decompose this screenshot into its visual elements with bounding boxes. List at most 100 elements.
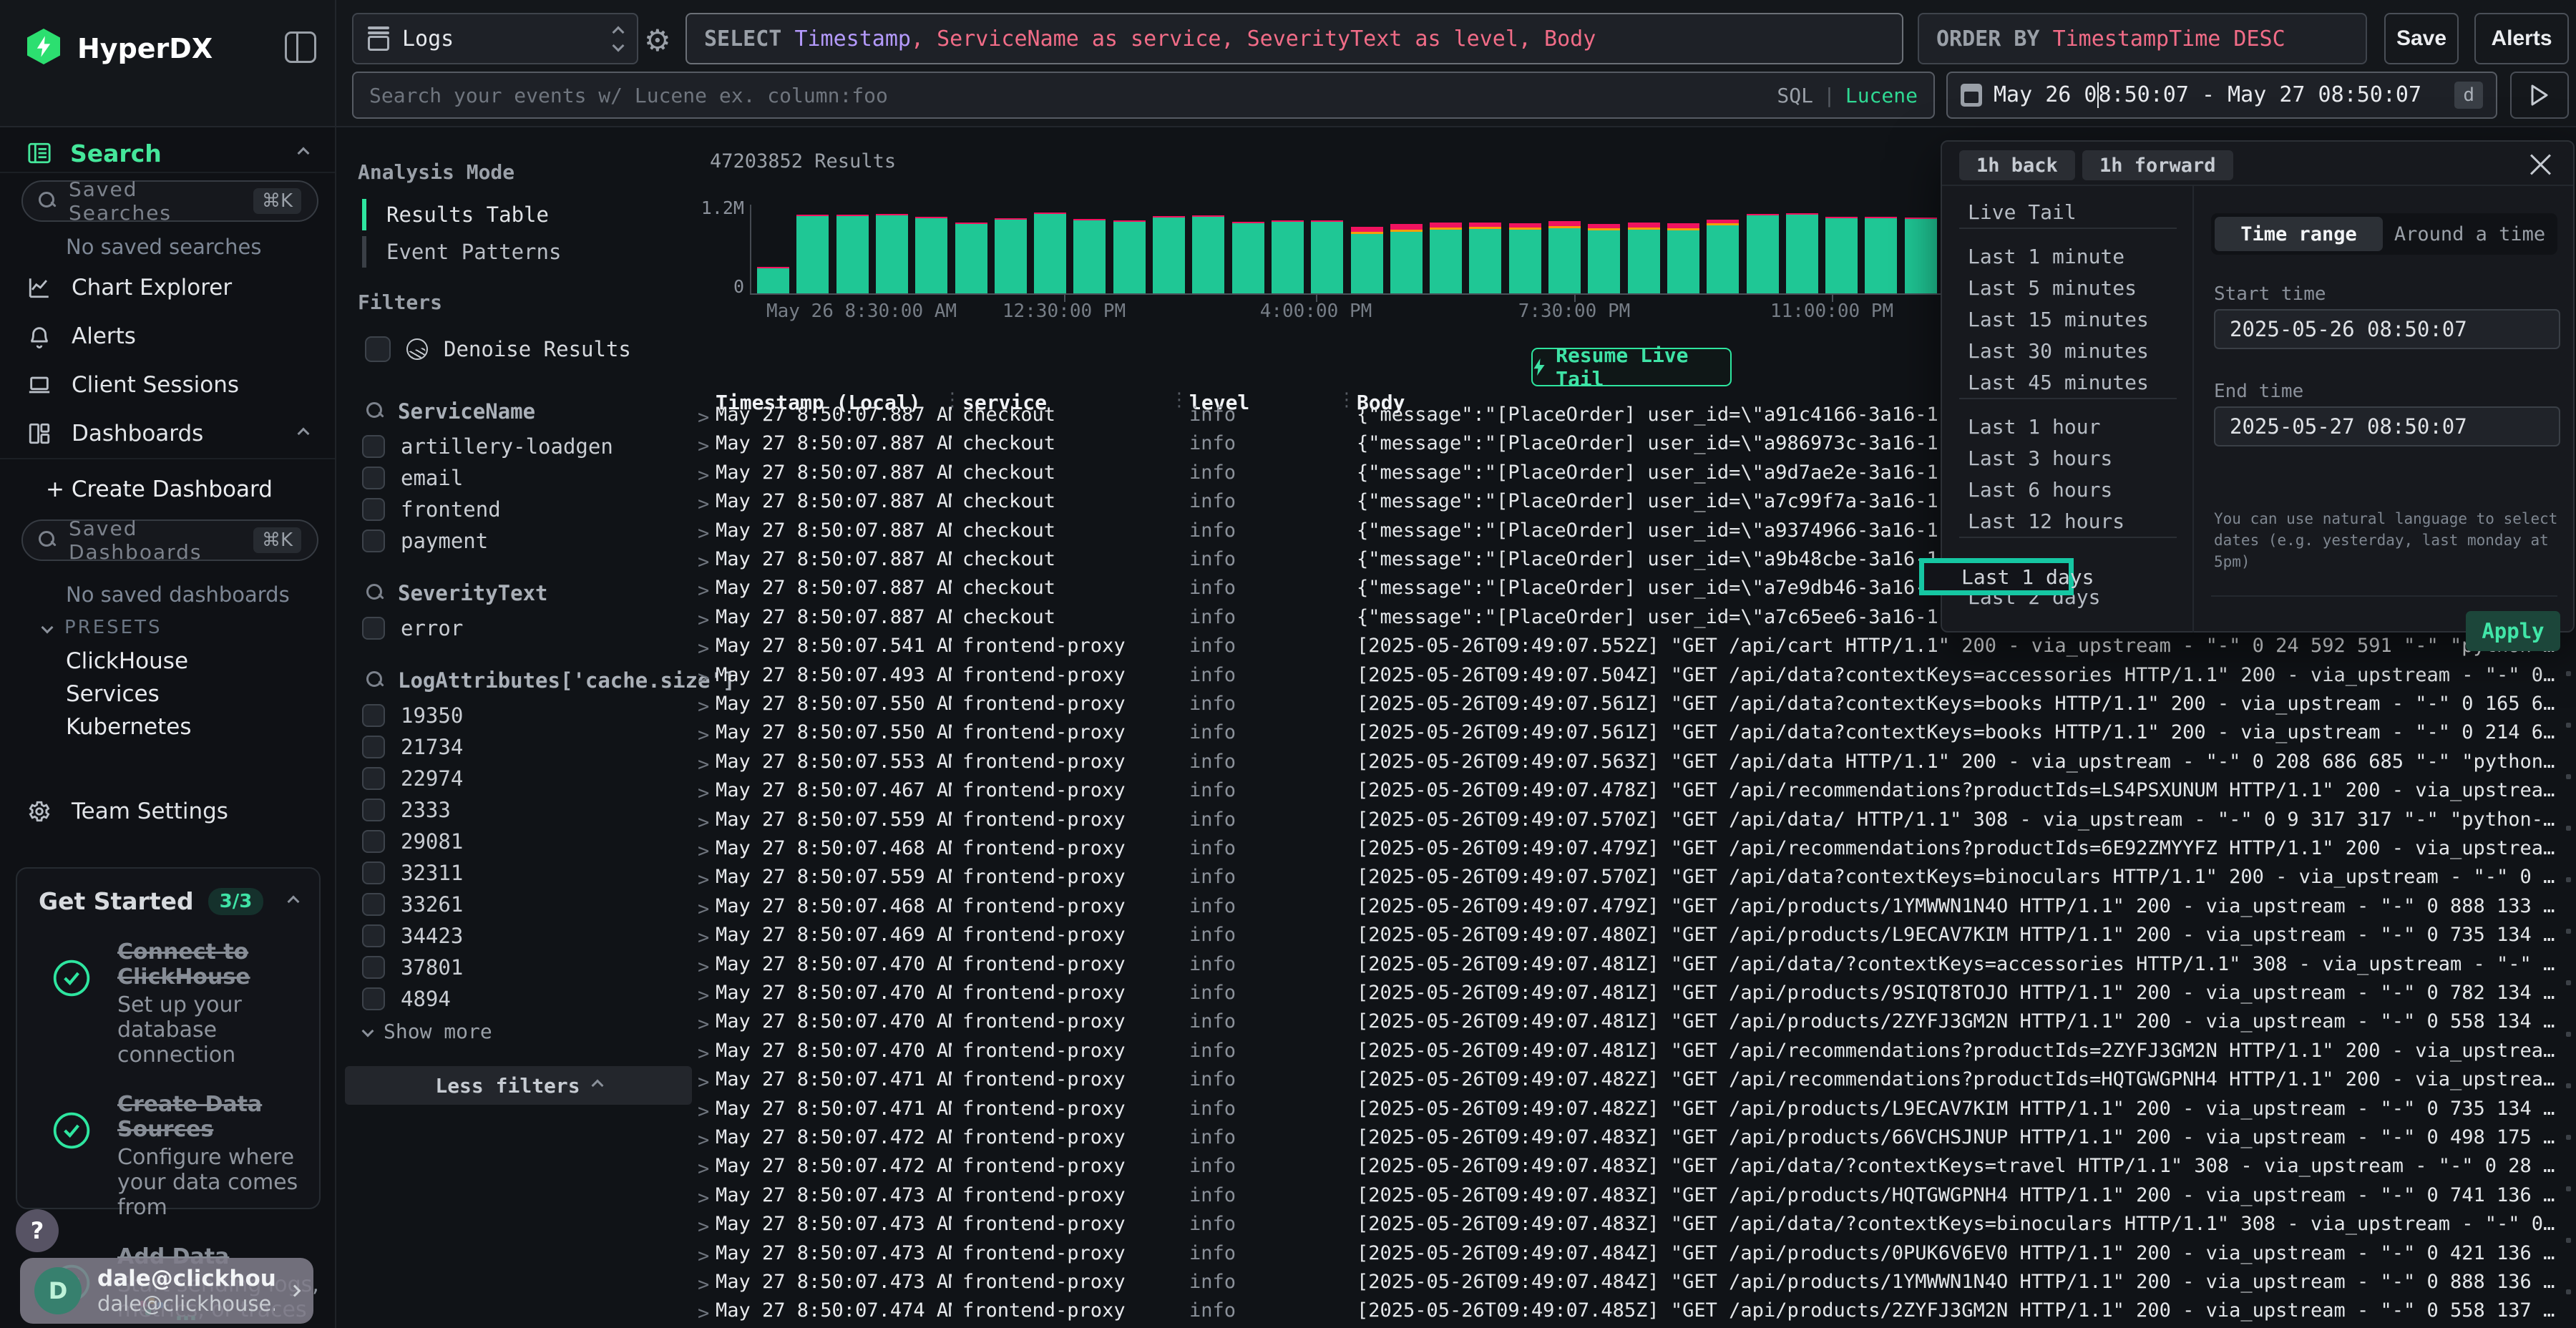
time-option-live-tail[interactable]: Live Tail xyxy=(1968,196,2077,228)
filter-checkbox[interactable] xyxy=(362,767,385,790)
table-row[interactable]: >May 27 8:50:07.472 AMfrontend-proxyinfo… xyxy=(692,1155,2576,1183)
close-icon[interactable] xyxy=(2529,152,2553,176)
sidebar-item-chart-explorer[interactable]: Chart Explorer xyxy=(0,268,335,308)
row-expand-chevron[interactable]: > xyxy=(698,1245,709,1267)
row-expand-chevron[interactable]: > xyxy=(698,1302,709,1324)
sidebar-item-alerts[interactable]: Alerts xyxy=(0,316,335,356)
row-expand-chevron[interactable]: > xyxy=(698,435,709,457)
run-query-button[interactable] xyxy=(2510,72,2569,119)
sidebar-item-client-sessions[interactable]: Client Sessions xyxy=(0,365,335,405)
filter-checkbox[interactable] xyxy=(362,956,385,979)
filter-checkbox[interactable] xyxy=(362,830,385,853)
order-by-input[interactable]: ORDER BY TimestampTime DESC xyxy=(1918,13,2367,64)
table-row[interactable]: >May 27 8:50:07.474 AMfrontend-proxyinfo… xyxy=(692,1299,2576,1328)
tab-around-a-time[interactable]: Around a time xyxy=(2386,217,2554,251)
time-option-last-1-hour[interactable]: Last 1 hour xyxy=(1968,411,2100,442)
sidebar-item-preset-services[interactable]: Services xyxy=(66,681,160,707)
end-time-input[interactable]: 2025-05-27 08:50:07 xyxy=(2214,406,2560,446)
language-toggle-lucene[interactable]: Lucene xyxy=(1845,84,1918,107)
event-search-input[interactable]: Search your events w/ Lucene ex. column:… xyxy=(352,72,1935,119)
table-row[interactable]: >May 27 8:50:07.470 AMfrontend-proxyinfo… xyxy=(692,982,2576,1010)
filter-option[interactable]: 2333 xyxy=(362,794,677,826)
row-expand-chevron[interactable]: > xyxy=(698,782,709,804)
apply-button[interactable]: Apply xyxy=(2466,611,2560,651)
filter-option[interactable]: 4894 xyxy=(362,983,677,1015)
table-row[interactable]: >May 27 8:50:07.559 AMfrontend-proxyinfo… xyxy=(692,866,2576,894)
table-row[interactable]: >May 27 8:50:07.471 AMfrontend-proxyinfo… xyxy=(692,1098,2576,1126)
row-expand-chevron[interactable]: > xyxy=(698,551,709,573)
row-expand-chevron[interactable]: > xyxy=(698,956,709,978)
table-row[interactable]: >May 27 8:50:07.559 AMfrontend-proxyinfo… xyxy=(692,809,2576,837)
sidebar-collapse-icon[interactable] xyxy=(285,31,316,63)
sidebar-item-dashboards[interactable]: Dashboards xyxy=(0,414,335,454)
sidebar-item-team-settings[interactable]: Team Settings xyxy=(0,791,335,831)
filter-option[interactable]: 37801 xyxy=(362,952,677,983)
table-row[interactable]: >May 27 8:50:07.470 AMfrontend-proxyinfo… xyxy=(692,953,2576,982)
table-row[interactable]: >May 27 8:50:07.473 AMfrontend-proxyinfo… xyxy=(692,1242,2576,1271)
row-expand-chevron[interactable]: > xyxy=(698,406,709,429)
language-toggle-sql[interactable]: SQL xyxy=(1777,84,1813,107)
row-expand-chevron[interactable]: > xyxy=(698,869,709,891)
row-expand-chevron[interactable]: > xyxy=(698,1013,709,1035)
row-expand-chevron[interactable]: > xyxy=(698,724,709,746)
row-expand-chevron[interactable]: > xyxy=(698,695,709,718)
table-row[interactable]: >May 27 8:50:07.550 AMfrontend-proxyinfo… xyxy=(692,721,2576,750)
filter-checkbox[interactable] xyxy=(362,924,385,947)
filter-option[interactable]: 32311 xyxy=(362,857,677,889)
saved-dashboards-input[interactable]: Saved Dashboards ⌘K xyxy=(21,519,318,561)
filter-option[interactable]: 29081 xyxy=(362,826,677,857)
filter-option[interactable]: 21734 xyxy=(362,731,677,763)
sidebar-item-preset-clickhouse[interactable]: ClickHouse xyxy=(66,648,188,674)
denoise-checkbox[interactable] xyxy=(365,336,391,362)
row-expand-chevron[interactable]: > xyxy=(698,1274,709,1296)
row-expand-chevron[interactable]: > xyxy=(698,464,709,487)
table-row[interactable]: >May 27 8:50:07.473 AMfrontend-proxyinfo… xyxy=(692,1213,2576,1241)
saved-searches-input[interactable]: Saved Searches ⌘K xyxy=(21,180,318,222)
row-expand-chevron[interactable]: > xyxy=(698,898,709,920)
denoise-results-option[interactable]: Denoise Results xyxy=(365,336,631,362)
show-more-button[interactable]: Show more xyxy=(364,1015,677,1048)
row-expand-chevron[interactable]: > xyxy=(698,753,709,776)
row-expand-chevron[interactable]: > xyxy=(698,811,709,834)
shift-forward-button[interactable]: 1h forward xyxy=(2082,150,2233,180)
row-expand-chevron[interactable]: > xyxy=(698,638,709,660)
filter-checkbox[interactable] xyxy=(362,893,385,916)
filter-option[interactable]: payment xyxy=(362,525,677,557)
row-expand-chevron[interactable]: > xyxy=(698,609,709,631)
table-row[interactable]: >May 27 8:50:07.469 AMfrontend-proxyinfo… xyxy=(692,924,2576,952)
time-option-last-45-minutes[interactable]: Last 45 minutes xyxy=(1968,366,2149,398)
table-row[interactable]: >May 27 8:50:07.493 AMfrontend-proxyinfo… xyxy=(692,664,2576,693)
row-expand-chevron[interactable]: > xyxy=(698,580,709,602)
save-button[interactable]: Save xyxy=(2384,13,2459,64)
filter-option[interactable]: 34423 xyxy=(362,920,677,952)
filter-option[interactable]: 19350 xyxy=(362,700,677,731)
shift-back-button[interactable]: 1h back xyxy=(1959,150,2075,180)
filter-option[interactable]: 33261 xyxy=(362,889,677,920)
time-option-last-15-minutes[interactable]: Last 15 minutes xyxy=(1968,303,2149,335)
filter-checkbox[interactable] xyxy=(362,799,385,821)
time-option-last-12-hours[interactable]: Last 12 hours xyxy=(1968,505,2124,537)
row-expand-chevron[interactable]: > xyxy=(698,927,709,949)
table-row[interactable]: >May 27 8:50:07.470 AMfrontend-proxyinfo… xyxy=(692,1040,2576,1068)
help-button[interactable]: ? xyxy=(16,1209,59,1252)
table-row[interactable]: >May 27 8:50:07.473 AMfrontend-proxyinfo… xyxy=(692,1184,2576,1213)
table-row[interactable]: >May 27 8:50:07.541 AMfrontend-proxyinfo… xyxy=(692,635,2576,663)
table-row[interactable]: >May 27 8:50:07.473 AMfrontend-proxyinfo… xyxy=(692,1271,2576,1299)
selected-time-range-highlight[interactable]: Last 1 days xyxy=(1919,558,2074,595)
table-row[interactable]: >May 27 8:50:07.471 AMfrontend-proxyinfo… xyxy=(692,1068,2576,1097)
row-expand-chevron[interactable]: > xyxy=(698,1187,709,1209)
resume-live-tail-button[interactable]: Resume Live Tail xyxy=(1531,348,1732,386)
alerts-button[interactable]: Alerts xyxy=(2474,13,2569,64)
filter-option[interactable]: error xyxy=(362,612,677,644)
filter-option[interactable]: email xyxy=(362,462,677,494)
user-menu[interactable]: D dale@clickhouse.com dale@clickhouse.co… xyxy=(20,1258,313,1324)
row-expand-chevron[interactable]: > xyxy=(698,1158,709,1180)
search-icon[interactable] xyxy=(366,584,385,602)
presets-section-toggle[interactable]: PRESETS xyxy=(43,617,162,638)
tab-time-range[interactable]: Time range xyxy=(2215,217,2383,251)
source-settings-gear-icon[interactable]: ⚙ xyxy=(644,23,671,58)
table-row[interactable]: >May 27 8:50:07.553 AMfrontend-proxyinfo… xyxy=(692,751,2576,779)
table-row[interactable]: >May 27 8:50:07.468 AMfrontend-proxyinfo… xyxy=(692,837,2576,866)
filter-checkbox[interactable] xyxy=(362,467,385,489)
less-filters-button[interactable]: Less filters xyxy=(345,1066,692,1105)
